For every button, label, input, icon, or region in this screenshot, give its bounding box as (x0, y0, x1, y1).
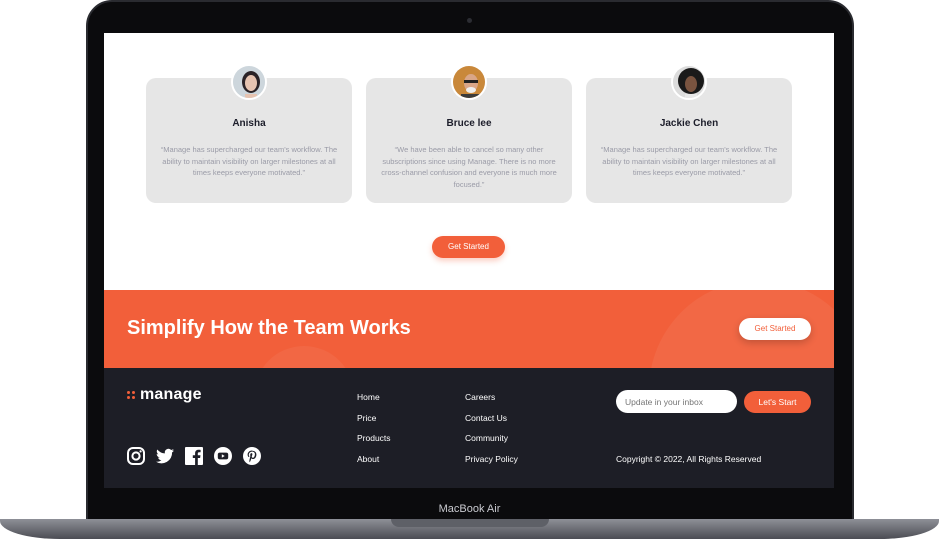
footer-link-home[interactable]: Home (357, 392, 391, 413)
footer-link-privacy[interactable]: Privacy Policy (465, 454, 518, 475)
cta-banner: Simplify How the Team Works Get Started (104, 290, 834, 368)
testimonial-quote: “Manage has supercharged our team's work… (600, 145, 778, 177)
laptop-frame: Anisha “Manage has supercharged our team… (0, 0, 939, 539)
pinterest-icon[interactable] (242, 446, 262, 466)
footer-link-products[interactable]: Products (357, 433, 391, 454)
social-links (126, 446, 262, 466)
footer-links-secondary: Careers Contact Us Community Privacy Pol… (465, 392, 518, 474)
decorative-circle (254, 346, 354, 368)
footer-link-price[interactable]: Price (357, 413, 391, 434)
avatar (451, 64, 487, 100)
footer-link-careers[interactable]: Careers (465, 392, 518, 413)
facebook-icon[interactable] (184, 446, 204, 466)
testimonial-name: Jackie Chen (659, 118, 719, 129)
screen: Anisha “Manage has supercharged our team… (104, 33, 834, 488)
instagram-icon[interactable] (126, 446, 146, 466)
banner-get-started-button[interactable]: Get Started (739, 318, 811, 340)
footer-links-primary: Home Price Products About (357, 392, 391, 474)
footer-link-community[interactable]: Community (465, 433, 518, 454)
testimonial-card: Anisha “Manage has supercharged our team… (146, 64, 352, 203)
testimonial-quote: “Manage has supercharged our team's work… (160, 145, 338, 177)
testimonial-card: Jackie Chen “Manage has supercharged our… (586, 64, 792, 203)
banner-title: Simplify How the Team Works (127, 317, 411, 339)
avatar (231, 64, 267, 100)
testimonial-quote: “We have been able to cancel so many oth… (381, 145, 557, 189)
laptop-notch (391, 519, 549, 527)
newsletter-email-input[interactable] (616, 390, 737, 413)
copyright-text: Copyright © 2022, All Rights Reserved (616, 454, 762, 464)
camera-icon (467, 18, 472, 23)
testimonial-card: Bruce lee “We have been able to cancel s… (366, 64, 572, 203)
twitter-icon[interactable] (155, 446, 175, 466)
logo-mark-icon (127, 391, 135, 399)
avatar (671, 64, 707, 100)
lets-start-button[interactable]: Let's Start (744, 391, 811, 413)
logo-text: manage (140, 386, 202, 403)
footer: manage Home Price Products About Careers… (104, 368, 834, 488)
testimonial-name: Anisha (232, 118, 266, 129)
logo[interactable]: manage (127, 386, 202, 404)
device-label: MacBook Air (438, 503, 501, 515)
footer-link-contact[interactable]: Contact Us (465, 413, 518, 434)
testimonial-name: Bruce lee (446, 118, 492, 129)
footer-link-about[interactable]: About (357, 454, 391, 475)
get-started-button[interactable]: Get Started (432, 236, 505, 258)
youtube-icon[interactable] (213, 446, 233, 466)
